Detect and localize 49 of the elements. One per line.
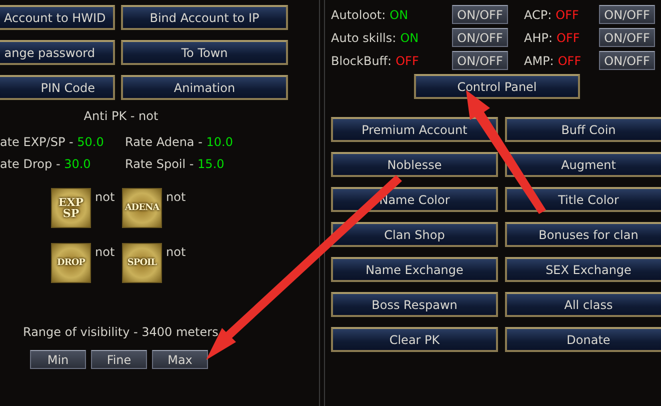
bonus-status: not [94, 189, 116, 204]
bonus-badge-icon: SPOIL [122, 243, 162, 283]
control-panel-button[interactable]: Control Panel [414, 74, 580, 99]
menu-button[interactable]: Buff Coin [505, 117, 661, 142]
menu-button[interactable]: Boss Respawn [331, 292, 498, 317]
menu-button[interactable]: Bonuses for clan [505, 222, 661, 247]
toggle-label: AHP: OFF [524, 30, 581, 44]
rate-text: ate Drop - 30.0 [0, 157, 92, 171]
menu-button[interactable]: Premium Account [331, 117, 498, 142]
menu-button[interactable]: Animation [121, 75, 288, 100]
menu-button[interactable]: Noblesse [331, 152, 498, 177]
menu-button[interactable]: Account to HWID [0, 5, 115, 30]
bonus-status: not [165, 244, 187, 259]
toggle-button[interactable]: ON/OFF [599, 5, 655, 24]
visibility-button[interactable]: Fine [91, 350, 147, 369]
rate-text: Rate Spoil - 15.0 [125, 157, 226, 171]
menu-button[interactable]: Clan Shop [331, 222, 498, 247]
toggle-button[interactable]: ON/OFF [599, 51, 655, 70]
toggle-label: Autoloot: ON [331, 8, 410, 22]
bonus-status: not [94, 244, 116, 259]
menu-button[interactable]: Bind Account to IP [121, 5, 288, 30]
bonus-badge-icon: EXP SP [51, 188, 91, 228]
menu-button[interactable]: Clear PK [331, 327, 498, 352]
toggle-button[interactable]: ON/OFF [452, 51, 508, 70]
toggle-label: BlockBuff: OFF [331, 54, 420, 68]
menu-button[interactable]: Donate [505, 327, 661, 352]
toggle-button[interactable]: ON/OFF [452, 28, 508, 47]
menu-button[interactable]: All class [505, 292, 661, 317]
menu-button[interactable]: Augment [505, 152, 661, 177]
bonus-status: not [165, 189, 187, 204]
rate-text: Rate Adena - 10.0 [125, 135, 233, 149]
rate-text: ate EXP/SP - 50.0 [0, 135, 105, 149]
menu-button[interactable]: Title Color [505, 187, 661, 212]
visibility-text: Range of visibility - 3400 meters [23, 325, 218, 339]
visibility-button[interactable]: Max [152, 350, 208, 369]
bonus-badge-icon: DROP [51, 243, 91, 283]
toggle-label: AMP: OFF [524, 54, 582, 68]
visibility-button[interactable]: Min [30, 350, 86, 369]
toggle-label: Auto skills: ON [331, 30, 420, 44]
toggle-label: ACP: OFF [524, 8, 580, 22]
menu-button[interactable]: PIN Code [0, 75, 115, 100]
menu-button[interactable]: To Town [121, 40, 288, 65]
menu-button[interactable]: SEX Exchange [505, 257, 661, 282]
menu-button[interactable]: ange password [0, 40, 115, 65]
menu-button[interactable]: Name Exchange [331, 257, 498, 282]
toggle-button[interactable]: ON/OFF [599, 28, 655, 47]
anti-pk-text: Anti PK - not [82, 109, 160, 123]
toggle-button[interactable]: ON/OFF [452, 5, 508, 24]
bonus-badge-icon: ADENA [122, 188, 162, 228]
